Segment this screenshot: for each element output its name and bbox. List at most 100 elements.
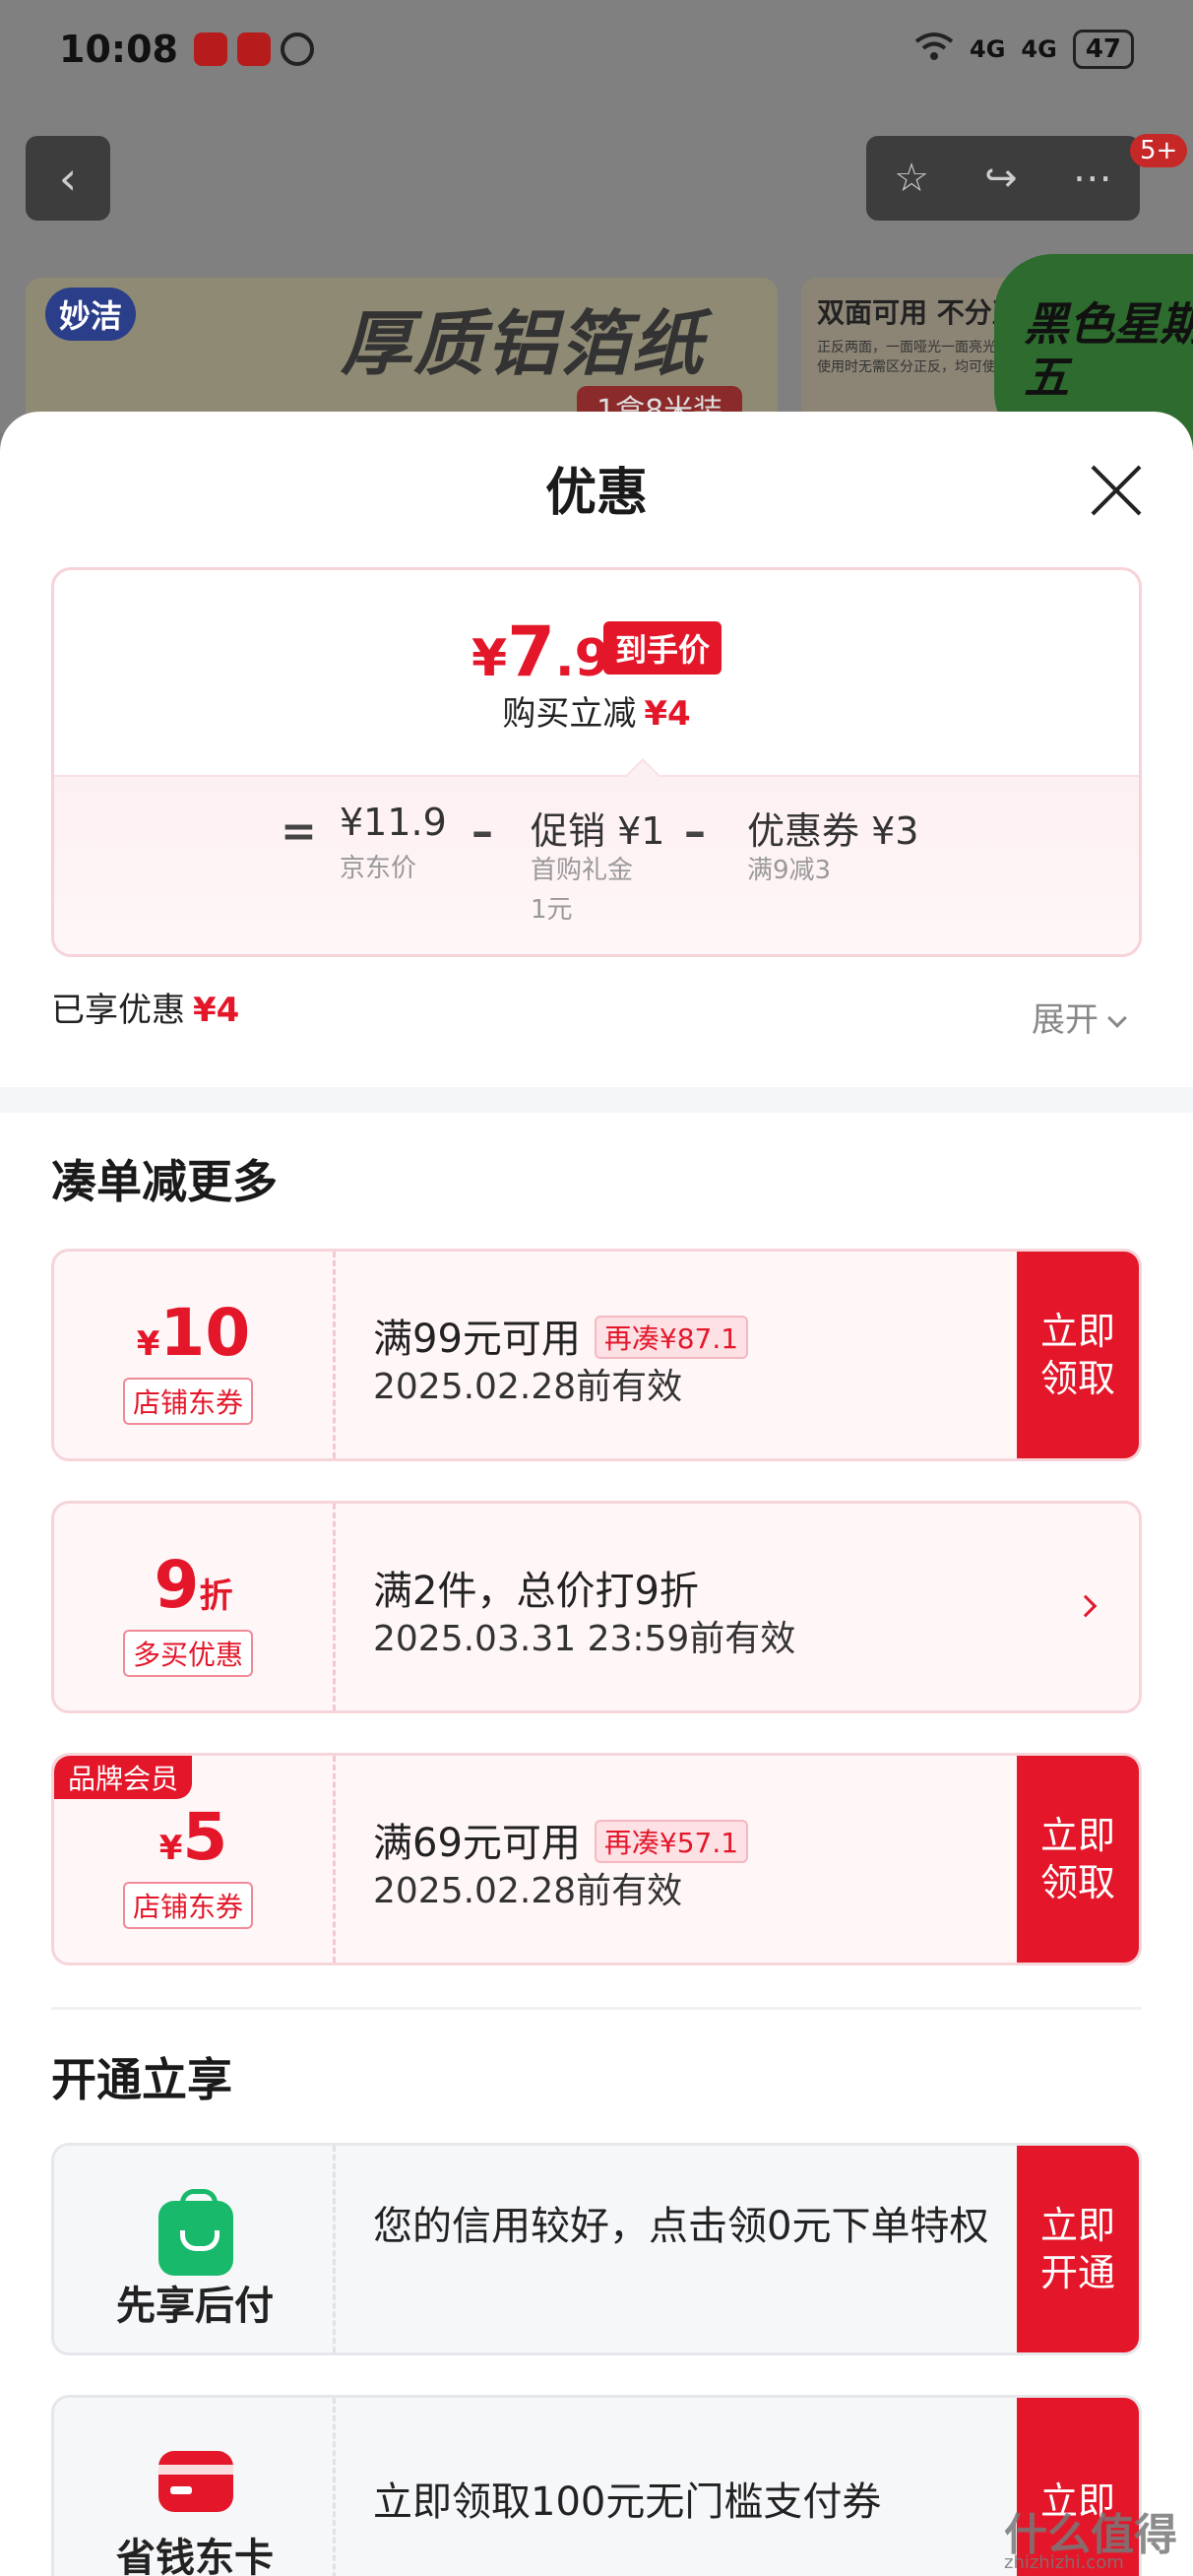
discount-unit: 折: [199, 1577, 233, 1616]
battery-icon: 47: [1072, 30, 1134, 69]
top-actions: ☆ ↪ ⋯: [866, 136, 1140, 221]
multi-buy-card[interactable]: 9折 多买优惠 满2件，总价打9折 2025.03.31 23:59前有效: [51, 1501, 1142, 1713]
status-app-icons: [193, 32, 314, 66]
service-card: 省钱东卡 立即领取100元无门槛支付券 立即: [51, 2395, 1142, 2576]
price-decimal: .9: [554, 629, 610, 688]
promo-desc-2: 1元: [531, 895, 573, 925]
coupon-condition: 满69元可用 再凑¥57.1: [373, 1811, 749, 1868]
back-button[interactable]: ‹: [26, 136, 110, 221]
equals-sign: =: [281, 806, 317, 857]
service-description: 您的信用较好，点击领0元下单特权: [373, 2204, 989, 2249]
shopping-bag-icon: [158, 2189, 233, 2276]
minus-sign: –: [684, 806, 706, 857]
price-summary-card: ¥7.9 到手价 购买立减 ¥4 = ¥11.9 京东价 – 促销 ¥1 首购礼金…: [51, 567, 1142, 957]
member-tag: 品牌会员: [54, 1756, 193, 1799]
expand-button[interactable]: 展开: [1032, 993, 1127, 1041]
section-divider: [51, 2007, 1142, 2010]
message-badge: 5+: [1130, 134, 1188, 167]
final-price-area: ¥7.9 到手价 购买立减 ¥4: [54, 570, 1139, 775]
service-card: 先享后付 您的信用较好，点击领0元下单特权 立即开通: [51, 2143, 1142, 2355]
direct-reduce: 购买立减 ¥4: [54, 686, 1139, 735]
coupon-value: ¥10: [54, 1295, 333, 1371]
more-icon[interactable]: ⋯: [1073, 156, 1112, 201]
service-description: 立即领取100元无门槛支付券: [373, 2479, 882, 2525]
banner2-text: 正反两面，一面哑光一面亮光，使用时无需区分正反，均可使用: [817, 340, 1010, 375]
discount-amount: 9: [154, 1547, 200, 1623]
direct-reduce-label: 购买立减: [502, 694, 637, 734]
star-icon[interactable]: ☆: [894, 156, 929, 201]
coupon-needed-badge: 再凑¥57.1: [594, 1820, 749, 1863]
discount-condition: 满2件，总价打9折: [373, 1569, 699, 1614]
service-icon-area: 先享后付: [54, 2146, 336, 2352]
final-price: ¥7.9: [471, 612, 610, 692]
discount-value-area: 9折 多买优惠: [54, 1504, 336, 1710]
coupon-type-tag: 店铺东券: [123, 1882, 254, 1929]
status-time: 10:08: [59, 28, 178, 71]
card-icon: [158, 2451, 233, 2512]
chevron-right-icon[interactable]: [1074, 1594, 1098, 1618]
coupon-desc: 满9减3: [747, 856, 832, 885]
jd-price-label: 京东价: [340, 854, 417, 883]
currency-symbol: ¥: [158, 1829, 183, 1868]
service-name: 省钱东卡: [116, 2536, 274, 2576]
price-breakdown: = ¥11.9 京东价 – 促销 ¥1 首购礼金 1元 – 优惠券 ¥3 满9减…: [54, 775, 1139, 954]
discount-validity: 2025.03.31 23:59前有效: [373, 1619, 796, 1659]
close-icon[interactable]: [1087, 461, 1146, 520]
direct-reduce-value: ¥4: [644, 694, 691, 734]
coupon-validity: 2025.02.28前有效: [373, 1367, 683, 1407]
coupon-card: ¥5 店铺东券 品牌会员 满69元可用 再凑¥57.1 2025.02.28前有效…: [51, 1753, 1142, 1965]
signal-icon: 4G: [1021, 35, 1057, 63]
currency-symbol: ¥: [471, 629, 508, 688]
promo-desc: 首购礼金: [531, 856, 634, 885]
coupon-value: ¥5: [54, 1799, 333, 1875]
watermark-sub: zhizhizhi.com: [1004, 2552, 1124, 2573]
status-bar: 10:08 4G 4G 47: [0, 0, 1193, 98]
final-price-tag: 到手价: [603, 621, 722, 675]
service-icon-area: 省钱东卡: [54, 2398, 336, 2576]
coupon-condition: 满99元可用 再凑¥87.1: [373, 1307, 749, 1364]
coupon-value-area: ¥10 店铺东券: [54, 1252, 336, 1458]
coupon-amount: 10: [159, 1295, 251, 1371]
service-name: 先享后付: [116, 2284, 274, 2329]
coupon-needed-badge: 再凑¥87.1: [594, 1316, 749, 1359]
coupon-card: ¥10 店铺东券 满99元可用 再凑¥87.1 2025.02.28前有效 立即领…: [51, 1249, 1142, 1461]
signal-icon: 4G: [970, 35, 1006, 63]
activate-button[interactable]: 立即开通: [1017, 2146, 1139, 2352]
enjoyed-label: 已享优惠: [51, 991, 185, 1030]
section-gap: [0, 1087, 1193, 1113]
jd-price: ¥11.9: [340, 801, 447, 844]
coupon-amount: 优惠券 ¥3: [747, 809, 919, 853]
coupon-amount: 5: [182, 1799, 228, 1875]
coupon-condition-text: 满69元可用: [373, 1821, 581, 1866]
status-indicators: 4G 4G 47: [914, 30, 1134, 69]
currency-symbol: ¥: [136, 1324, 160, 1364]
claim-coupon-button[interactable]: 立即领取: [1017, 1756, 1139, 1963]
share-icon[interactable]: ↪: [984, 156, 1018, 201]
promo-amount: 促销 ¥1: [531, 809, 665, 853]
discount-sheet: 优惠 ¥7.9 到手价 购买立减 ¥4 = ¥11.9 京东价 – 促销 ¥1 首…: [0, 412, 1193, 2576]
open-section-title: 开通立享: [51, 2053, 232, 2106]
sheet-title: 优惠: [544, 464, 648, 523]
wifi-icon: [914, 32, 954, 67]
claim-button-label: 立即领取: [1039, 1814, 1115, 1904]
discount-type-tag: 多买优惠: [123, 1630, 254, 1677]
chevron-down-icon: [1107, 1008, 1127, 1028]
claim-button-label: 立即领取: [1039, 1310, 1115, 1400]
more-section-title: 凑单减更多: [51, 1155, 278, 1208]
coupon-type-tag: 店铺东券: [123, 1378, 254, 1425]
banner-title: 厚质铝箔纸: [341, 302, 706, 385]
discount-value: 9折: [54, 1547, 333, 1623]
coupon-validity: 2025.02.28前有效: [373, 1871, 683, 1911]
brand-logo: 妙洁: [45, 288, 137, 341]
claim-coupon-button[interactable]: 立即领取: [1017, 1252, 1139, 1458]
app-notification-icon: [236, 32, 271, 66]
enjoyed-discount: 已享优惠 ¥4: [51, 983, 239, 1031]
price-integer: 7: [507, 612, 555, 692]
enjoyed-value: ¥4: [193, 991, 240, 1030]
app-notification-icon: [193, 32, 227, 66]
expand-label: 展开: [1032, 1000, 1099, 1040]
speed-icon: [280, 32, 314, 66]
coupon-condition-text: 满99元可用: [373, 1317, 581, 1362]
minus-sign: –: [471, 806, 493, 857]
activate-button-label: 立即开通: [1039, 2204, 1115, 2294]
